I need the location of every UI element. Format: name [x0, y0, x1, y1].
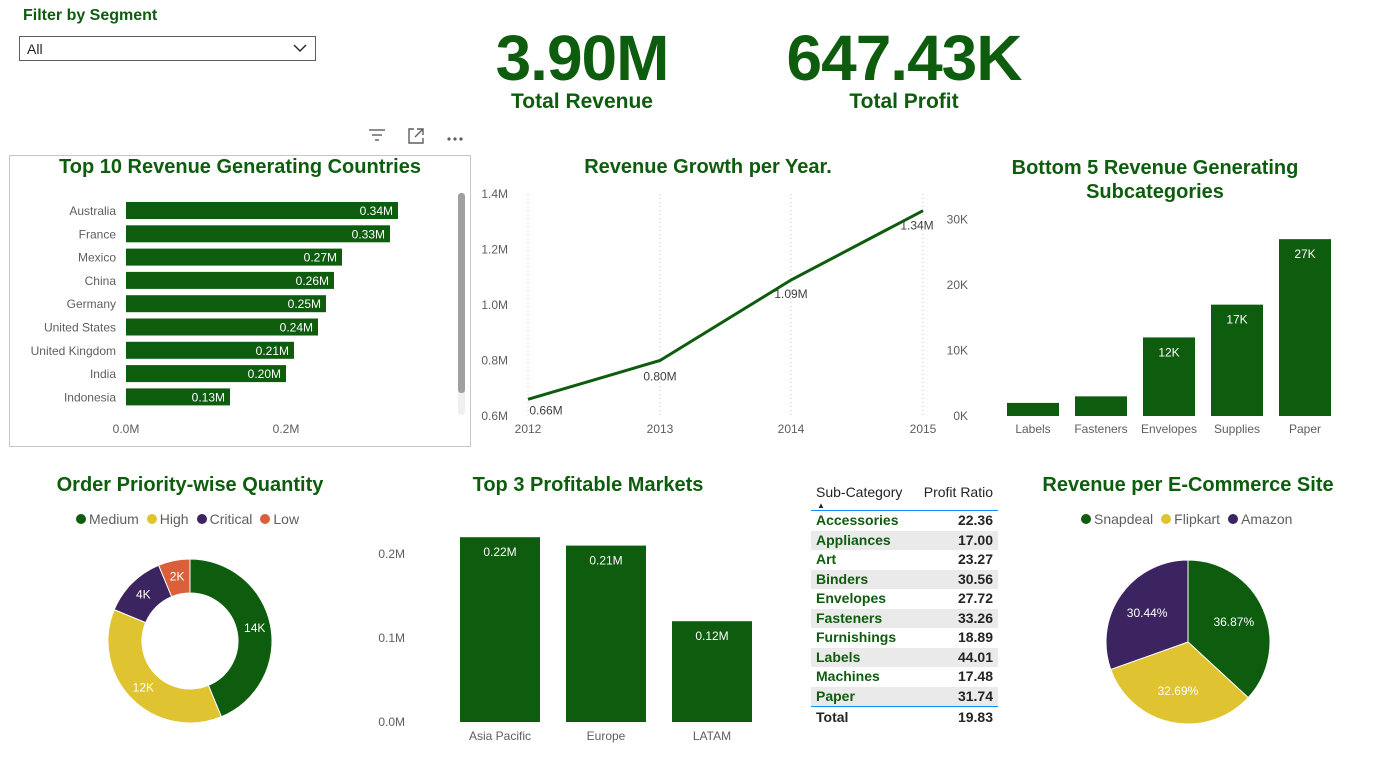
data-label: 30.44%	[1127, 606, 1168, 620]
data-label: 36.87%	[1213, 615, 1254, 629]
ecommerce-pie-chart: 36.87% 32.69% 30.44%	[1105, 559, 1271, 725]
data-label: 32.69%	[1158, 684, 1199, 698]
